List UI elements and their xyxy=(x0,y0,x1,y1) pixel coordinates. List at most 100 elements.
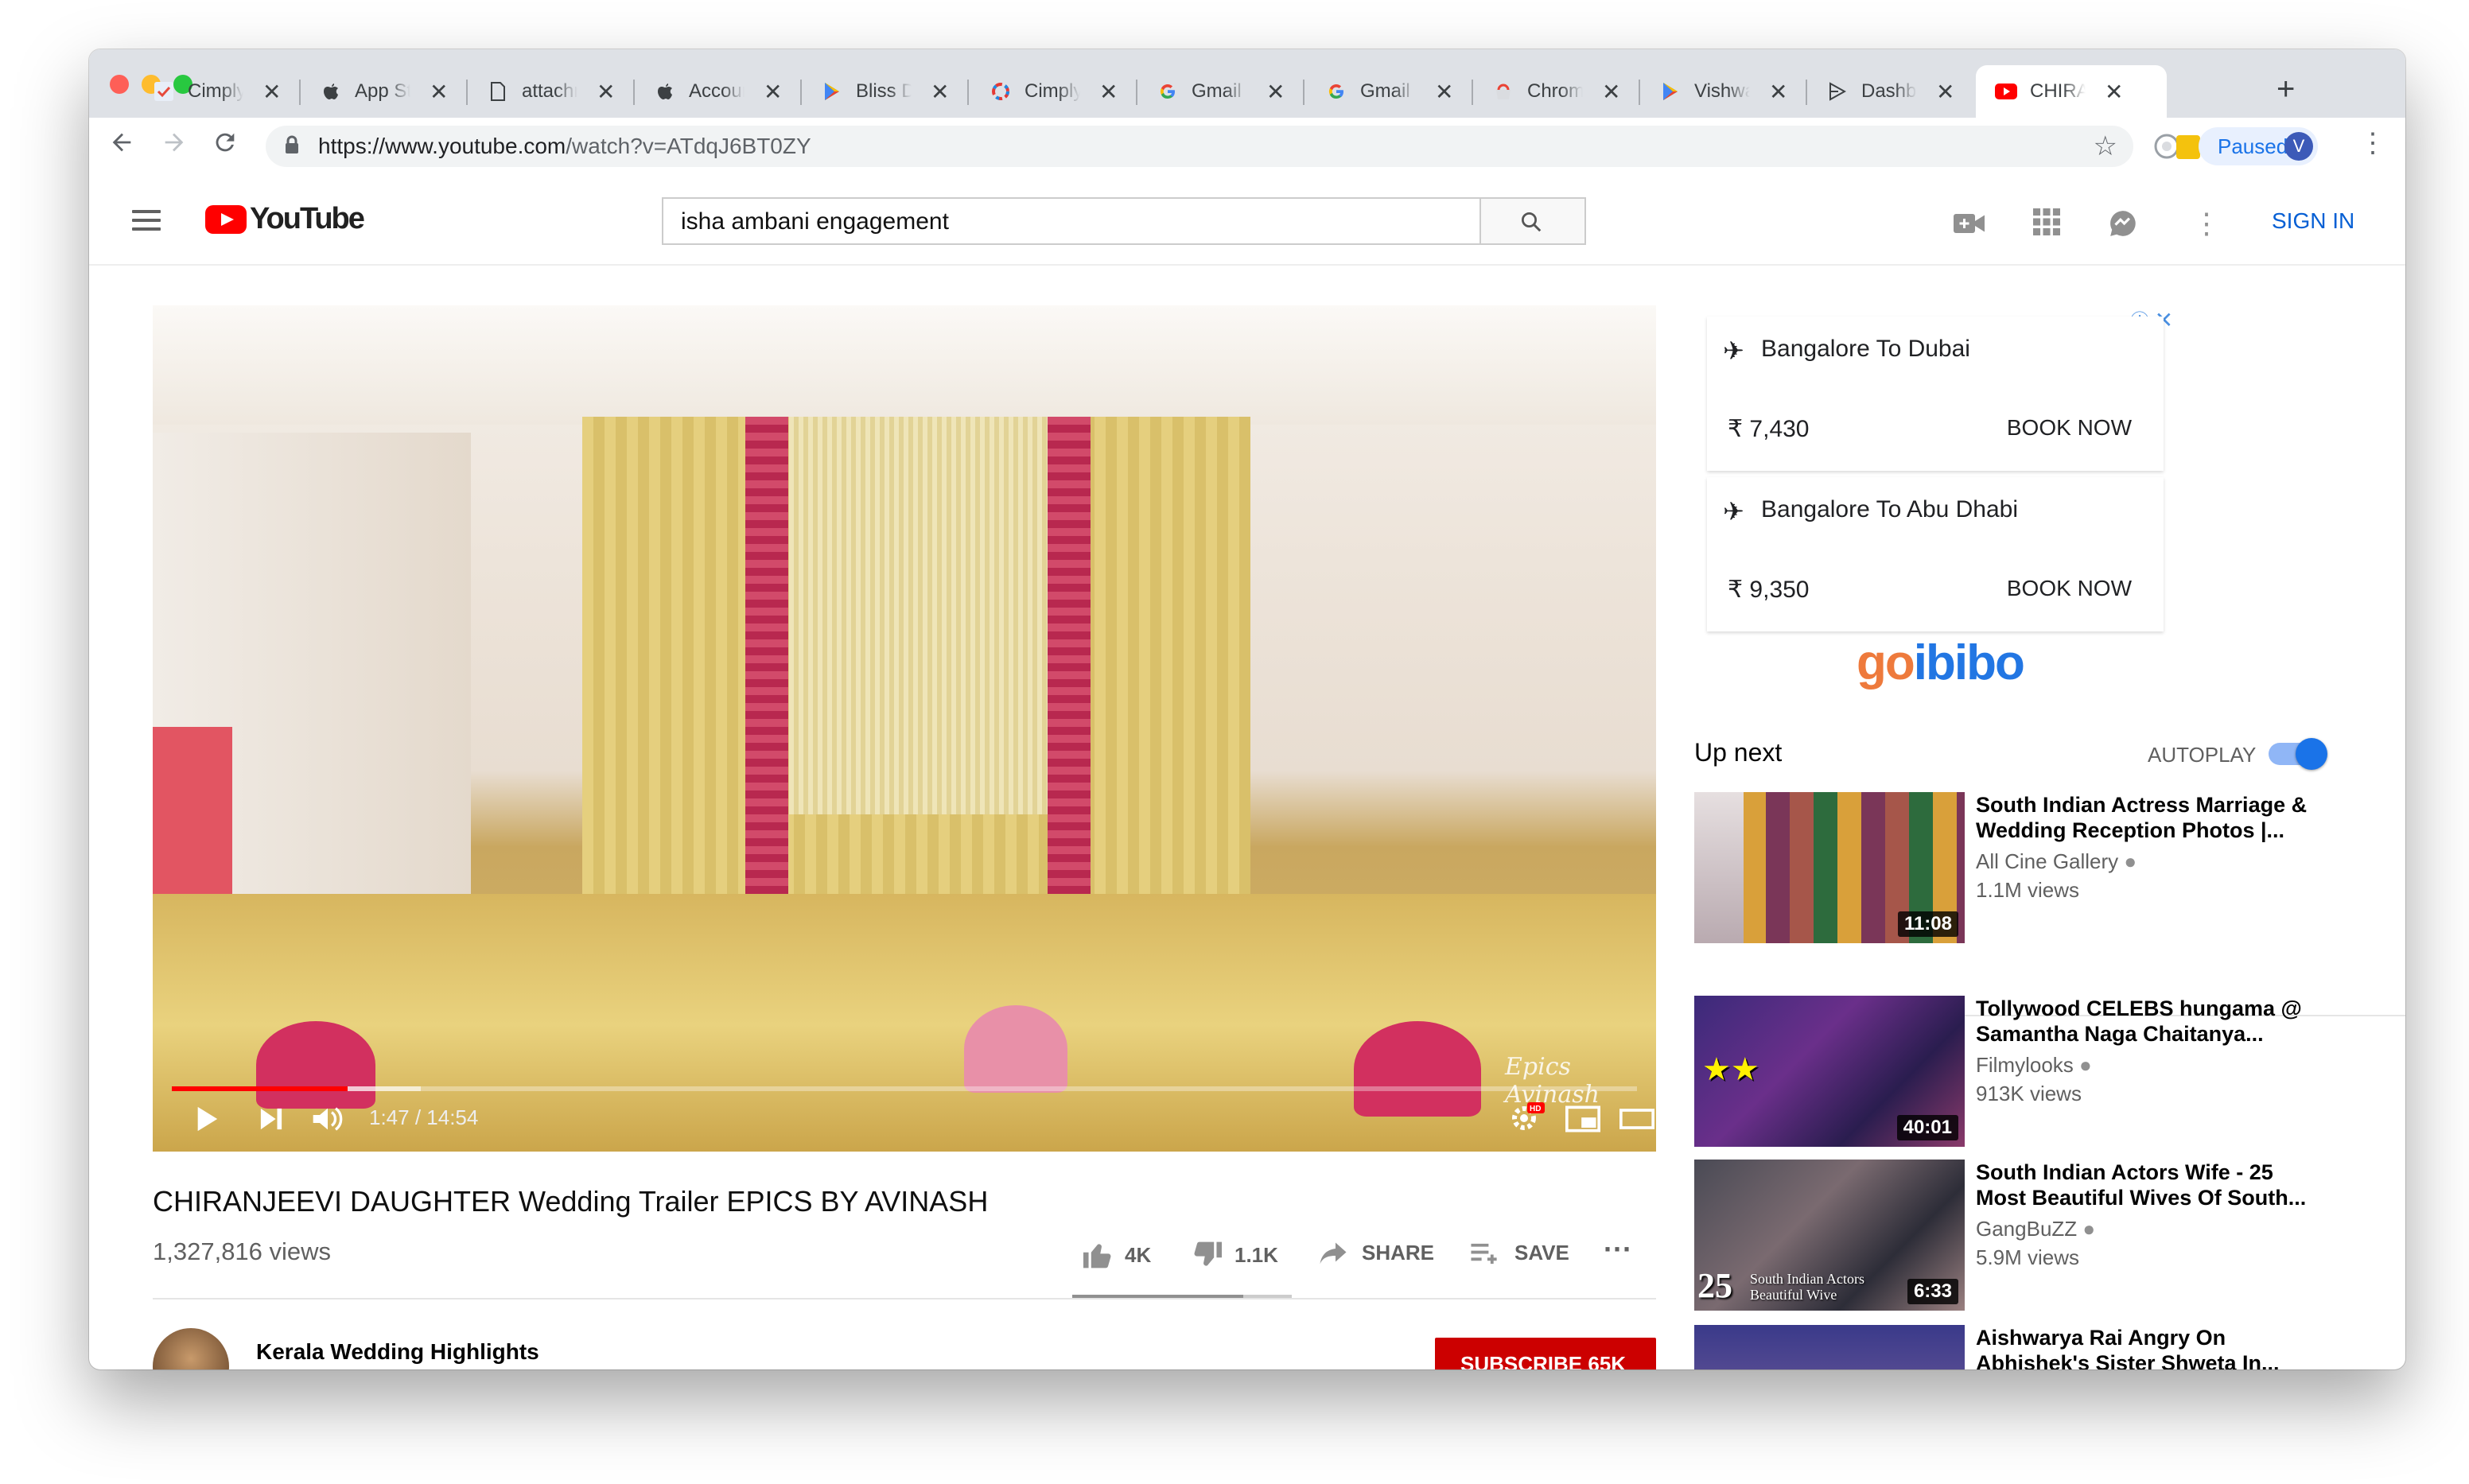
tab-close-icon[interactable]: ✕ xyxy=(430,79,448,105)
url-text: https://www.youtube.com/watch?v=ATdqJ6BT… xyxy=(318,134,811,159)
ad-card[interactable]: ✈ Bangalore To Dubai ₹ 7,430 BOOK NOW xyxy=(1707,317,2164,471)
tab-11[interactable]: Dashboard ✕ xyxy=(1807,65,1974,118)
tab-10[interactable]: Vishwa ✕ xyxy=(1640,65,1807,118)
book-now-button[interactable]: BOOK NOW xyxy=(2007,576,2132,601)
browser-menu-icon[interactable]: ⋮ xyxy=(2359,127,2386,159)
volume-icon[interactable] xyxy=(312,1105,344,1136)
tab-close-icon[interactable]: ✕ xyxy=(1602,79,1620,105)
video-lotus-left xyxy=(256,1021,375,1109)
dislike-button[interactable]: 1.1K xyxy=(1192,1241,1278,1269)
video-thumbnail[interactable]: 25 South Indian Actors Beautiful Wive 6:… xyxy=(1694,1160,1965,1311)
tab-title: App Store xyxy=(355,80,410,102)
url-path: /watch?v=ATdqJ6BT0ZY xyxy=(566,134,811,158)
tab-7[interactable]: Gmail ✕ xyxy=(1137,65,1304,118)
tab-6[interactable]: CimplyFive ✕ xyxy=(970,65,1137,118)
settings-gear-icon[interactable]: HD xyxy=(1510,1101,1545,1136)
rec-title: South Indian Actors Wife - 25 Most Beaut… xyxy=(1976,1160,2307,1210)
sign-in-button[interactable]: SIGN IN xyxy=(2272,208,2354,234)
next-button[interactable] xyxy=(259,1105,283,1136)
play-button[interactable] xyxy=(194,1105,220,1136)
video-thumbnail[interactable] xyxy=(1694,1325,1965,1369)
search-button[interactable] xyxy=(1479,199,1584,243)
video-player[interactable]: Epics Avinash 1:47 / 14:54 HD xyxy=(153,305,1656,1152)
more-actions-icon[interactable]: ··· xyxy=(1604,1233,1632,1266)
miniplayer-icon[interactable] xyxy=(1565,1105,1600,1136)
youtube-logo[interactable]: YouTube xyxy=(205,202,365,236)
thumbnail-caption: South Indian Actors Beautiful Wive xyxy=(1750,1271,1864,1303)
tab-separator xyxy=(967,80,969,105)
tab-12[interactable]: CHIRANJEEVI ✕ xyxy=(1976,65,2167,118)
share-label: SHARE xyxy=(1362,1241,1435,1265)
rec-channel: Filmylooks ● xyxy=(1976,1053,2092,1078)
forward-button[interactable] xyxy=(161,129,188,163)
progress-bar[interactable] xyxy=(172,1086,1637,1091)
tab-title: Gmail xyxy=(1360,80,1410,102)
address-bar[interactable]: https://www.youtube.com/watch?v=ATdqJ6BT… xyxy=(266,126,2133,167)
tab-close-icon[interactable]: ✕ xyxy=(1266,79,1285,105)
ad-route: Bangalore To Dubai xyxy=(1761,336,1970,362)
tab-close-icon[interactable]: ✕ xyxy=(597,79,615,105)
view-count: 1,327,816 views xyxy=(153,1237,332,1265)
search-input[interactable]: isha ambani engagement xyxy=(663,199,1586,243)
hamburger-menu-icon[interactable] xyxy=(132,210,161,236)
theater-mode-icon[interactable] xyxy=(1619,1105,1654,1136)
tab-title: Dashboard xyxy=(1861,80,1917,102)
reload-button[interactable] xyxy=(212,129,239,163)
tab-title: CimplyFive xyxy=(188,80,243,102)
tab-3[interactable]: attachment ✕ xyxy=(468,65,635,118)
video-red-column-right xyxy=(1048,417,1091,894)
tab-close-icon[interactable]: ✕ xyxy=(931,79,949,105)
tab-1[interactable]: CimplyFive ✕ xyxy=(134,65,301,118)
tab-close-icon[interactable]: ✕ xyxy=(1435,79,1453,105)
tab-5[interactable]: Bliss Drive ✕ xyxy=(802,65,969,118)
tab-8[interactable]: Gmail ✕ xyxy=(1306,65,1473,118)
avatar: V xyxy=(2284,132,2313,161)
video-thumbnail[interactable]: ★★ 40:01 xyxy=(1694,996,1965,1147)
back-button[interactable] xyxy=(108,129,135,163)
share-icon xyxy=(1320,1242,1347,1264)
create-video-icon[interactable] xyxy=(1954,212,1987,239)
apps-grid-icon[interactable] xyxy=(2033,208,2060,239)
tab-close-icon[interactable]: ✕ xyxy=(2105,79,2123,105)
channel-avatar[interactable] xyxy=(153,1328,229,1369)
add-to-playlist-icon xyxy=(1471,1243,1497,1264)
video-lotus-center xyxy=(964,1005,1067,1093)
play-store-icon xyxy=(821,80,843,103)
profile-button[interactable]: Paused V xyxy=(2199,127,2318,165)
document-icon xyxy=(487,80,509,103)
goibibo-logo[interactable]: goibibo xyxy=(1857,635,2025,691)
google-icon xyxy=(1325,80,1347,103)
tab-title: Chrome xyxy=(1527,80,1583,102)
search-icon xyxy=(1522,212,1542,232)
settings-dots-icon[interactable]: ⋮ xyxy=(2192,207,2221,240)
book-now-button[interactable]: BOOK NOW xyxy=(2007,415,2132,441)
tab-close-icon[interactable]: ✕ xyxy=(764,79,782,105)
video-ceiling xyxy=(153,305,1656,425)
close-window-button[interactable] xyxy=(110,75,129,94)
tab-4[interactable]: Account ✕ xyxy=(635,65,802,118)
subscribe-button[interactable]: SUBSCRIBE 65K xyxy=(1435,1338,1656,1369)
channel-name[interactable]: Kerala Wedding Highlights xyxy=(256,1339,539,1365)
like-button[interactable]: 4K xyxy=(1082,1241,1151,1269)
tab-close-icon[interactable]: ✕ xyxy=(1769,79,1787,105)
thumbnail-panel xyxy=(1694,792,1744,943)
messages-icon[interactable] xyxy=(2108,208,2138,243)
tab-separator xyxy=(1303,80,1304,105)
tab-close-icon[interactable]: ✕ xyxy=(262,79,281,105)
save-button[interactable]: SAVE xyxy=(1470,1241,1569,1265)
video-title: CHIRANJEEVI DAUGHTER Wedding Trailer EPI… xyxy=(153,1185,989,1218)
lock-icon xyxy=(286,135,298,153)
tab-close-icon[interactable]: ✕ xyxy=(1099,79,1118,105)
share-button[interactable]: SHARE xyxy=(1319,1241,1434,1265)
video-thumbnail[interactable]: 11:08 xyxy=(1694,792,1965,943)
tab-close-icon[interactable]: ✕ xyxy=(1936,79,1954,105)
new-tab-button[interactable]: + xyxy=(2277,72,2295,107)
extension-yellow-icon[interactable] xyxy=(2176,135,2200,159)
tab-9[interactable]: Chrome ✕ xyxy=(1473,65,1640,118)
airplane-icon: ✈ xyxy=(1723,497,1744,526)
tab-2[interactable]: App Store ✕ xyxy=(301,65,468,118)
bookmark-star-icon[interactable]: ☆ xyxy=(2094,130,2117,162)
ad-card[interactable]: ✈ Bangalore To Abu Dhabi ₹ 9,350 BOOK NO… xyxy=(1707,477,2164,631)
thumbnail-caption: ★★ xyxy=(1702,1051,1759,1088)
autoplay-toggle[interactable] xyxy=(2269,738,2327,770)
